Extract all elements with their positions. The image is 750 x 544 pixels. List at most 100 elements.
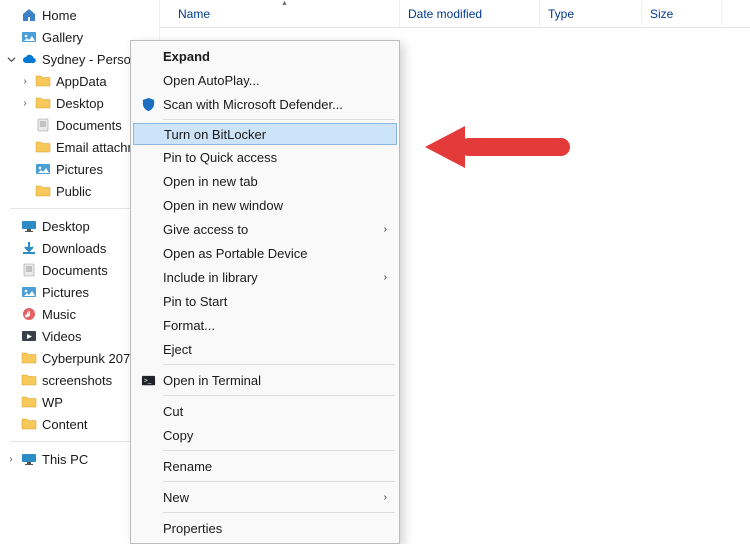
tree-label: Public — [56, 184, 91, 199]
tree-label: AppData — [56, 74, 107, 89]
folder-icon — [34, 182, 52, 200]
desktop-icon — [20, 217, 38, 235]
chevron-right-icon: › — [18, 96, 32, 110]
tree-label: Documents — [42, 263, 108, 278]
tree-label: Gallery — [42, 30, 83, 45]
menu-rename[interactable]: Rename — [133, 454, 397, 478]
cloud-icon — [20, 50, 38, 68]
column-label: Size — [650, 7, 673, 21]
document-icon — [20, 261, 38, 279]
separator — [163, 450, 395, 451]
divider — [10, 208, 149, 209]
chevron-down-icon — [4, 52, 18, 66]
menu-portable[interactable]: Open as Portable Device — [133, 241, 397, 265]
sort-ascending-icon: ▴ — [282, 0, 286, 7]
menu-label: Pin to Start — [163, 294, 227, 309]
menu-label: Properties — [163, 521, 222, 536]
context-menu: Expand Open AutoPlay... Scan with Micros… — [130, 40, 400, 544]
chevron-right-icon: › — [4, 452, 18, 466]
separator — [163, 481, 395, 482]
tree-label: Cyberpunk 207 — [42, 351, 130, 366]
pc-icon — [20, 450, 38, 468]
tree-label: Music — [42, 307, 76, 322]
menu-label: Expand — [163, 49, 210, 64]
menu-pin-quick[interactable]: Pin to Quick access — [133, 145, 397, 169]
tree-label: Documents — [56, 118, 122, 133]
column-name[interactable]: ▴ Name — [170, 0, 400, 27]
menu-expand[interactable]: Expand — [133, 44, 397, 68]
menu-label: New — [163, 490, 189, 505]
tree-label: Content — [42, 417, 88, 432]
column-size[interactable]: Size — [642, 0, 722, 27]
separator — [163, 119, 395, 120]
menu-label: Open in Terminal — [163, 373, 261, 388]
menu-label: Open in new tab — [163, 174, 258, 189]
tree-label: Desktop — [42, 219, 90, 234]
menu-autoplay[interactable]: Open AutoPlay... — [133, 68, 397, 92]
separator — [163, 364, 395, 365]
menu-label: Cut — [163, 404, 183, 419]
menu-bitlocker[interactable]: Turn on BitLocker — [133, 123, 397, 145]
gallery-icon — [20, 28, 38, 46]
menu-give-access[interactable]: Give access to › — [133, 217, 397, 241]
chevron-right-icon: › — [18, 74, 32, 88]
menu-label: Pin to Quick access — [163, 150, 277, 165]
tree-label: screenshots — [42, 373, 112, 388]
column-label: Type — [548, 7, 574, 21]
divider — [10, 441, 149, 442]
tree-label: Desktop — [56, 96, 104, 111]
menu-scan[interactable]: Scan with Microsoft Defender... — [133, 92, 397, 116]
folder-icon — [34, 72, 52, 90]
folder-icon — [20, 393, 38, 411]
menu-include-library[interactable]: Include in library › — [133, 265, 397, 289]
menu-label: Rename — [163, 459, 212, 474]
folder-icon — [34, 138, 52, 156]
menu-label: Include in library — [163, 270, 258, 285]
tree-label: Downloads — [42, 241, 106, 256]
menu-terminal[interactable]: >_ Open in Terminal — [133, 368, 397, 392]
menu-label: Scan with Microsoft Defender... — [163, 97, 343, 112]
menu-new[interactable]: New › — [133, 485, 397, 509]
music-icon — [20, 305, 38, 323]
menu-label: Give access to — [163, 222, 248, 237]
folder-icon — [34, 94, 52, 112]
menu-cut[interactable]: Cut — [133, 399, 397, 423]
tree-label: This PC — [42, 452, 88, 467]
column-headers: ▴ Name Date modified Type Size — [160, 0, 750, 28]
folder-icon — [20, 349, 38, 367]
chevron-right-icon: › — [384, 492, 387, 503]
tree-label: WP — [42, 395, 63, 410]
menu-label: Open AutoPlay... — [163, 73, 260, 88]
column-type[interactable]: Type — [540, 0, 642, 27]
tree-label: Videos — [42, 329, 82, 344]
pictures-icon — [20, 283, 38, 301]
folder-icon — [20, 415, 38, 433]
folder-icon — [20, 371, 38, 389]
shield-icon — [139, 95, 157, 113]
menu-label: Open in new window — [163, 198, 283, 213]
menu-properties[interactable]: Properties — [133, 516, 397, 540]
videos-icon — [20, 327, 38, 345]
annotation-arrow-icon — [425, 116, 575, 176]
menu-label: Format... — [163, 318, 215, 333]
terminal-icon: >_ — [139, 371, 157, 389]
separator — [163, 512, 395, 513]
home-icon — [20, 6, 38, 24]
menu-new-tab[interactable]: Open in new tab — [133, 169, 397, 193]
menu-label: Eject — [163, 342, 192, 357]
chevron-right-icon: › — [384, 272, 387, 283]
menu-copy[interactable]: Copy — [133, 423, 397, 447]
menu-label: Copy — [163, 428, 193, 443]
separator — [163, 395, 395, 396]
tree-home[interactable]: Home — [0, 4, 159, 26]
menu-format[interactable]: Format... — [133, 313, 397, 337]
menu-pin-start[interactable]: Pin to Start — [133, 289, 397, 313]
chevron-right-icon: › — [384, 224, 387, 235]
tree-label: Pictures — [56, 162, 103, 177]
tree-label: Pictures — [42, 285, 89, 300]
pictures-icon — [34, 160, 52, 178]
menu-eject[interactable]: Eject — [133, 337, 397, 361]
svg-text:>_: >_ — [143, 377, 151, 384]
menu-new-window[interactable]: Open in new window — [133, 193, 397, 217]
column-date[interactable]: Date modified — [400, 0, 540, 27]
